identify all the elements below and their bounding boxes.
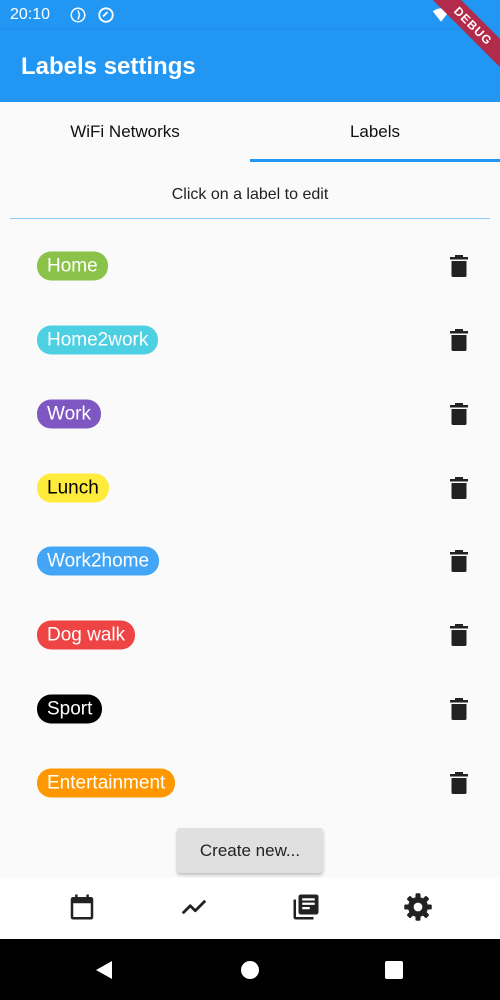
label-chip[interactable]: Dog walk xyxy=(37,620,136,650)
delete-icon[interactable] xyxy=(448,254,470,278)
edit-hint: Click on a label to edit xyxy=(171,186,329,203)
calendar-icon[interactable] xyxy=(67,892,97,922)
status-bar: 20:10 xyxy=(0,0,500,30)
status-right xyxy=(432,7,470,23)
delete-icon[interactable] xyxy=(448,623,470,647)
label-chip[interactable]: Home xyxy=(37,251,108,281)
library-icon[interactable] xyxy=(291,892,321,922)
tab-indicator xyxy=(250,159,500,162)
label-chip[interactable]: Work2home xyxy=(37,546,160,576)
delete-icon[interactable] xyxy=(448,549,470,573)
chart-icon[interactable] xyxy=(179,892,209,922)
page-title: Labels settings xyxy=(21,53,196,80)
label-row[interactable]: Dog walk xyxy=(0,598,500,672)
delete-icon[interactable] xyxy=(448,402,470,426)
label-chip[interactable]: Sport xyxy=(37,694,103,724)
settings-icon[interactable] xyxy=(403,892,433,922)
home-icon[interactable] xyxy=(239,959,261,981)
label-row[interactable]: Lunch xyxy=(0,451,500,525)
wifi-icon xyxy=(432,8,450,22)
recents-icon[interactable] xyxy=(383,959,405,981)
create-new-button[interactable]: Create new... xyxy=(177,828,323,873)
back-icon[interactable] xyxy=(93,959,115,981)
label-chip[interactable]: Entertainment xyxy=(37,768,176,798)
tab-wifi-networks[interactable]: WiFi Networks xyxy=(0,102,250,162)
label-row[interactable]: Work xyxy=(0,377,500,451)
label-chip[interactable]: Lunch xyxy=(37,473,109,503)
delete-icon[interactable] xyxy=(448,476,470,500)
status-time: 20:10 xyxy=(10,6,51,23)
delete-icon[interactable] xyxy=(448,328,470,352)
label-row[interactable]: Sport xyxy=(0,672,500,746)
tab-labels[interactable]: Labels xyxy=(250,102,500,162)
app-bar: Labels settings xyxy=(0,30,500,102)
signal-icon xyxy=(454,7,470,23)
label-row[interactable]: Home2work xyxy=(0,303,500,377)
bottom-nav xyxy=(0,878,500,939)
label-row[interactable]: Home xyxy=(0,229,500,303)
label-row[interactable]: Entertainment xyxy=(0,746,500,820)
label-chip[interactable]: Work xyxy=(37,399,101,429)
delete-icon[interactable] xyxy=(448,697,470,721)
system-nav-bar xyxy=(0,939,500,1000)
hint-divider xyxy=(10,218,490,219)
delete-icon[interactable] xyxy=(448,771,470,795)
data-saver-icon xyxy=(70,7,86,23)
tab-bar: WiFi Networks Labels xyxy=(0,102,500,162)
vpn-icon xyxy=(98,7,114,23)
label-row[interactable]: Work2home xyxy=(0,524,500,598)
label-chip[interactable]: Home2work xyxy=(37,325,159,355)
